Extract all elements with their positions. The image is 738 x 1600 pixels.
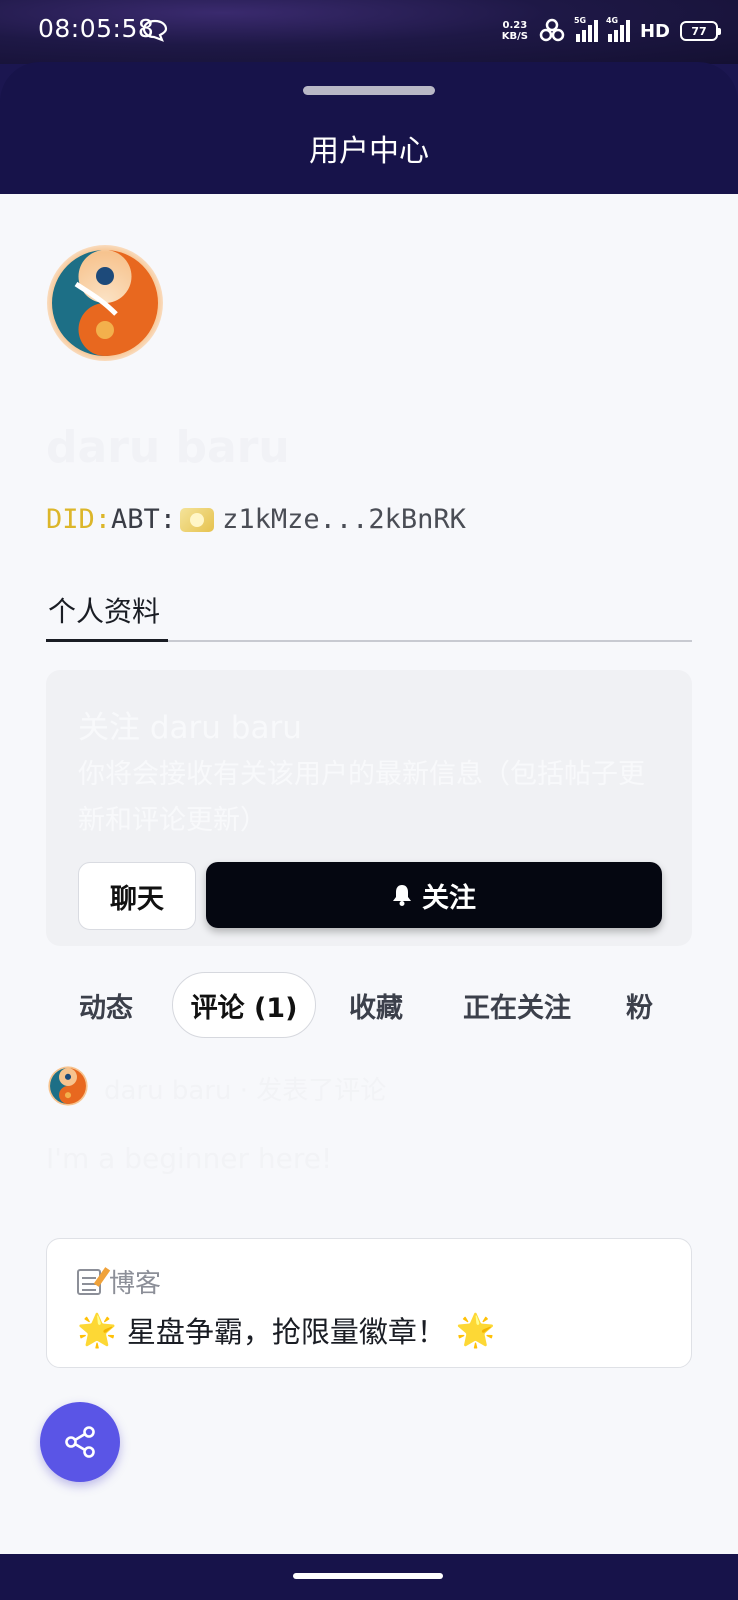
user-profile-content[interactable]: daru baru DID: ABT: z1kMze...2kBnRK 个人资料…	[0, 194, 738, 1554]
tab-followers[interactable]: 粉	[606, 972, 662, 1038]
status-indicators: 0.23 KB/S 5G 4G HD 77	[501, 16, 721, 46]
did-type: ABT:	[111, 504, 177, 535]
signal-sim1-icon: 5G	[574, 16, 598, 42]
follow-card: 关注 daru baru 你将会接收有关该用户的最新信息（包括帖子更新和评论更新…	[46, 670, 692, 946]
follow-button-label: 关注	[422, 882, 476, 914]
system-nav-bar	[0, 1554, 738, 1600]
home-indicator[interactable]	[293, 1573, 443, 1579]
hotspot-icon	[539, 18, 565, 42]
avatar[interactable]	[46, 244, 164, 362]
did-address-value: z1kMze...2kBnRK	[222, 504, 466, 535]
tab-active-indicator	[46, 639, 168, 642]
comment-text: I'm a beginner here!	[46, 1142, 333, 1175]
sheet-header: 用户中心	[0, 62, 738, 194]
star-icon: 🌟	[77, 1311, 117, 1349]
blog-label-text: 博客	[109, 1269, 162, 1299]
tab-following[interactable]: 正在关注	[442, 972, 592, 1038]
signal-sim2-icon: 4G	[606, 16, 630, 42]
comment-author: daru baru · 发表了评论	[104, 1076, 387, 1106]
user-name: daru baru	[46, 422, 290, 473]
tab-profile[interactable]: 个人资料	[48, 590, 160, 630]
blog-label: 博客	[77, 1263, 161, 1300]
tab-favorites[interactable]: 收藏	[326, 972, 426, 1038]
chat-button[interactable]: 聊天	[78, 862, 196, 930]
bell-icon	[393, 885, 411, 906]
page-title: 用户中心	[309, 134, 429, 169]
blog-post-title[interactable]: 🌟 星盘争霸，抢限量徽章！ 🌟	[77, 1309, 496, 1351]
follow-card-title: 关注 daru baru	[78, 710, 302, 746]
avatar-image	[47, 245, 163, 361]
network-speed: 0.23 KB/S	[501, 20, 528, 42]
did-prefix: DID:	[46, 504, 112, 535]
blog-post-title-text: 星盘争霸，抢限量徽章！	[126, 1315, 446, 1349]
drag-handle[interactable]	[303, 86, 435, 95]
comment-avatar[interactable]	[48, 1066, 88, 1106]
comment-avatar-image	[48, 1066, 88, 1106]
battery-icon: 77	[680, 21, 721, 41]
content-tabs: 动态 评论 (1) 收藏 正在关注 粉	[46, 972, 662, 1040]
follow-button[interactable]: 关注	[206, 862, 662, 928]
chat-bubble-icon	[142, 19, 168, 42]
blog-post-card[interactable]: 博客 🌟 星盘争霸，抢限量徽章！ 🌟	[46, 1238, 692, 1368]
battery-level: 77	[691, 24, 707, 38]
star-icon: 🌟	[455, 1311, 496, 1349]
did-avatar-icon	[180, 507, 215, 532]
status-time: 08:05:58	[38, 14, 155, 43]
share-icon	[65, 1426, 95, 1458]
follow-card-description: 你将会接收有关该用户的最新信息（包括帖子更新和评论更新）	[78, 759, 645, 836]
share-button[interactable]	[40, 1402, 120, 1482]
did-address[interactable]: DID: ABT: z1kMze...2kBnRK	[46, 504, 466, 535]
tab-comments[interactable]: 评论 (1)	[172, 972, 316, 1038]
hd-indicator: HD	[639, 20, 670, 42]
status-bar: 08:05:58 0.23 KB/S 5G 4G HD 77	[0, 0, 738, 64]
tab-activity[interactable]: 动态	[46, 972, 166, 1038]
memo-icon	[77, 1268, 101, 1295]
